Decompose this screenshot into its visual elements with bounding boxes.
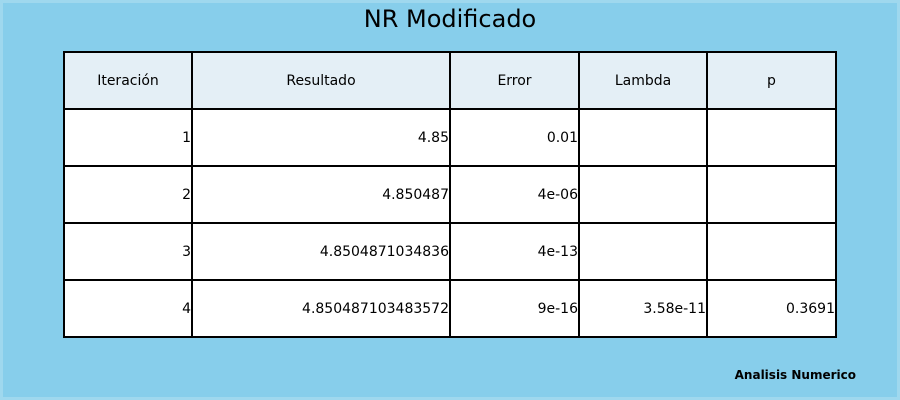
table-row: 3 4.8504871034836 4e-13 — [63, 222, 837, 281]
cell-p: 0.3691 — [706, 279, 837, 338]
cell-iteracion: 2 — [63, 165, 193, 224]
column-header-lambda: Lambda — [578, 51, 708, 110]
table-row: 4 4.850487103483572 9e-16 3.58e-11 0.369… — [63, 279, 837, 338]
cell-lambda: 3.58e-11 — [578, 279, 708, 338]
cell-resultado: 4.850487 — [191, 165, 451, 224]
cell-lambda — [578, 222, 708, 281]
cell-p — [706, 165, 837, 224]
column-header-resultado: Resultado — [191, 51, 451, 110]
cell-iteracion: 1 — [63, 108, 193, 167]
cell-p — [706, 108, 837, 167]
table-row: 1 4.85 0.01 — [63, 108, 837, 167]
column-header-iteracion: Iteración — [63, 51, 193, 110]
table-header-row: Iteración Resultado Error Lambda p — [63, 51, 837, 110]
cell-error: 0.01 — [449, 108, 580, 167]
cell-error: 4e-13 — [449, 222, 580, 281]
cell-error: 9e-16 — [449, 279, 580, 338]
footer-label: Analisis Numerico — [734, 368, 856, 382]
cell-lambda — [578, 108, 708, 167]
cell-resultado: 4.850487103483572 — [191, 279, 451, 338]
table-row: 2 4.850487 4e-06 — [63, 165, 837, 224]
column-header-error: Error — [449, 51, 580, 110]
cell-lambda — [578, 165, 708, 224]
chart-title: NR Modificado — [363, 5, 537, 33]
cell-iteracion: 3 — [63, 222, 193, 281]
results-table: Iteración Resultado Error Lambda p 1 4.8… — [63, 51, 837, 338]
column-header-p: p — [706, 51, 837, 110]
cell-p — [706, 222, 837, 281]
cell-error: 4e-06 — [449, 165, 580, 224]
cell-resultado: 4.8504871034836 — [191, 222, 451, 281]
cell-iteracion: 4 — [63, 279, 193, 338]
cell-resultado: 4.85 — [191, 108, 451, 167]
